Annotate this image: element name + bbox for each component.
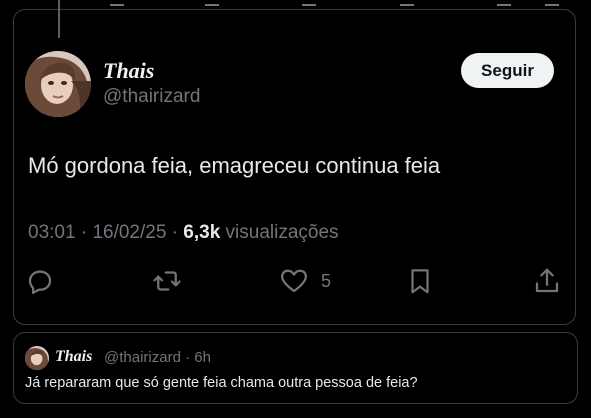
tweet-time[interactable]: 03:01 [28, 222, 76, 243]
reply-button[interactable] [25, 266, 55, 296]
quoted-author-meta: @thairizard · 6h [104, 349, 211, 366]
meta-separator: · [75, 222, 93, 243]
quoted-author-avatar[interactable] [25, 346, 49, 370]
views-label: visualizações [220, 222, 339, 243]
bookmark-button[interactable] [405, 266, 435, 296]
thread-connector-line [58, 0, 60, 38]
like-button[interactable]: 5 [279, 266, 331, 296]
cut-off-icon [302, 0, 316, 6]
retweet-button[interactable] [152, 266, 182, 296]
follow-button[interactable]: Seguir [461, 53, 554, 88]
cut-off-icon [400, 0, 414, 6]
author-name[interactable]: Thais [103, 58, 154, 84]
share-icon [535, 268, 559, 293]
tweet-meta: 03:01 · 16/02/25 · 6,3k visualizações [28, 222, 339, 244]
cut-off-icon [545, 0, 559, 6]
quoted-author-name[interactable]: Thais [55, 348, 92, 366]
quoted-author-handle[interactable]: @thairizard [104, 349, 181, 366]
meta-separator: · [166, 222, 184, 243]
author-avatar[interactable] [25, 51, 91, 117]
reply-icon [28, 270, 52, 294]
like-count: 5 [321, 270, 332, 291]
quoted-tweet-card[interactable] [13, 332, 578, 404]
views-count: 6,3k [183, 222, 221, 243]
cut-off-icon [110, 0, 124, 6]
heart-icon [281, 269, 307, 293]
tweet-text: Mó gordona feia, emagreceu continua feia [28, 153, 441, 178]
retweet-icon [153, 271, 181, 291]
bookmark-icon [411, 269, 429, 294]
author-handle[interactable]: @thairizard [103, 86, 200, 108]
share-button[interactable] [532, 266, 562, 296]
cut-off-icon [497, 0, 511, 6]
quoted-tweet-time[interactable]: 6h [194, 349, 211, 366]
tweet-date[interactable]: 16/02/25 [92, 222, 166, 243]
tweet-action-bar: 5 [0, 266, 591, 300]
quoted-tweet-text: Já repararam que só gente feia chama out… [25, 375, 418, 391]
cut-off-icon [205, 0, 219, 6]
